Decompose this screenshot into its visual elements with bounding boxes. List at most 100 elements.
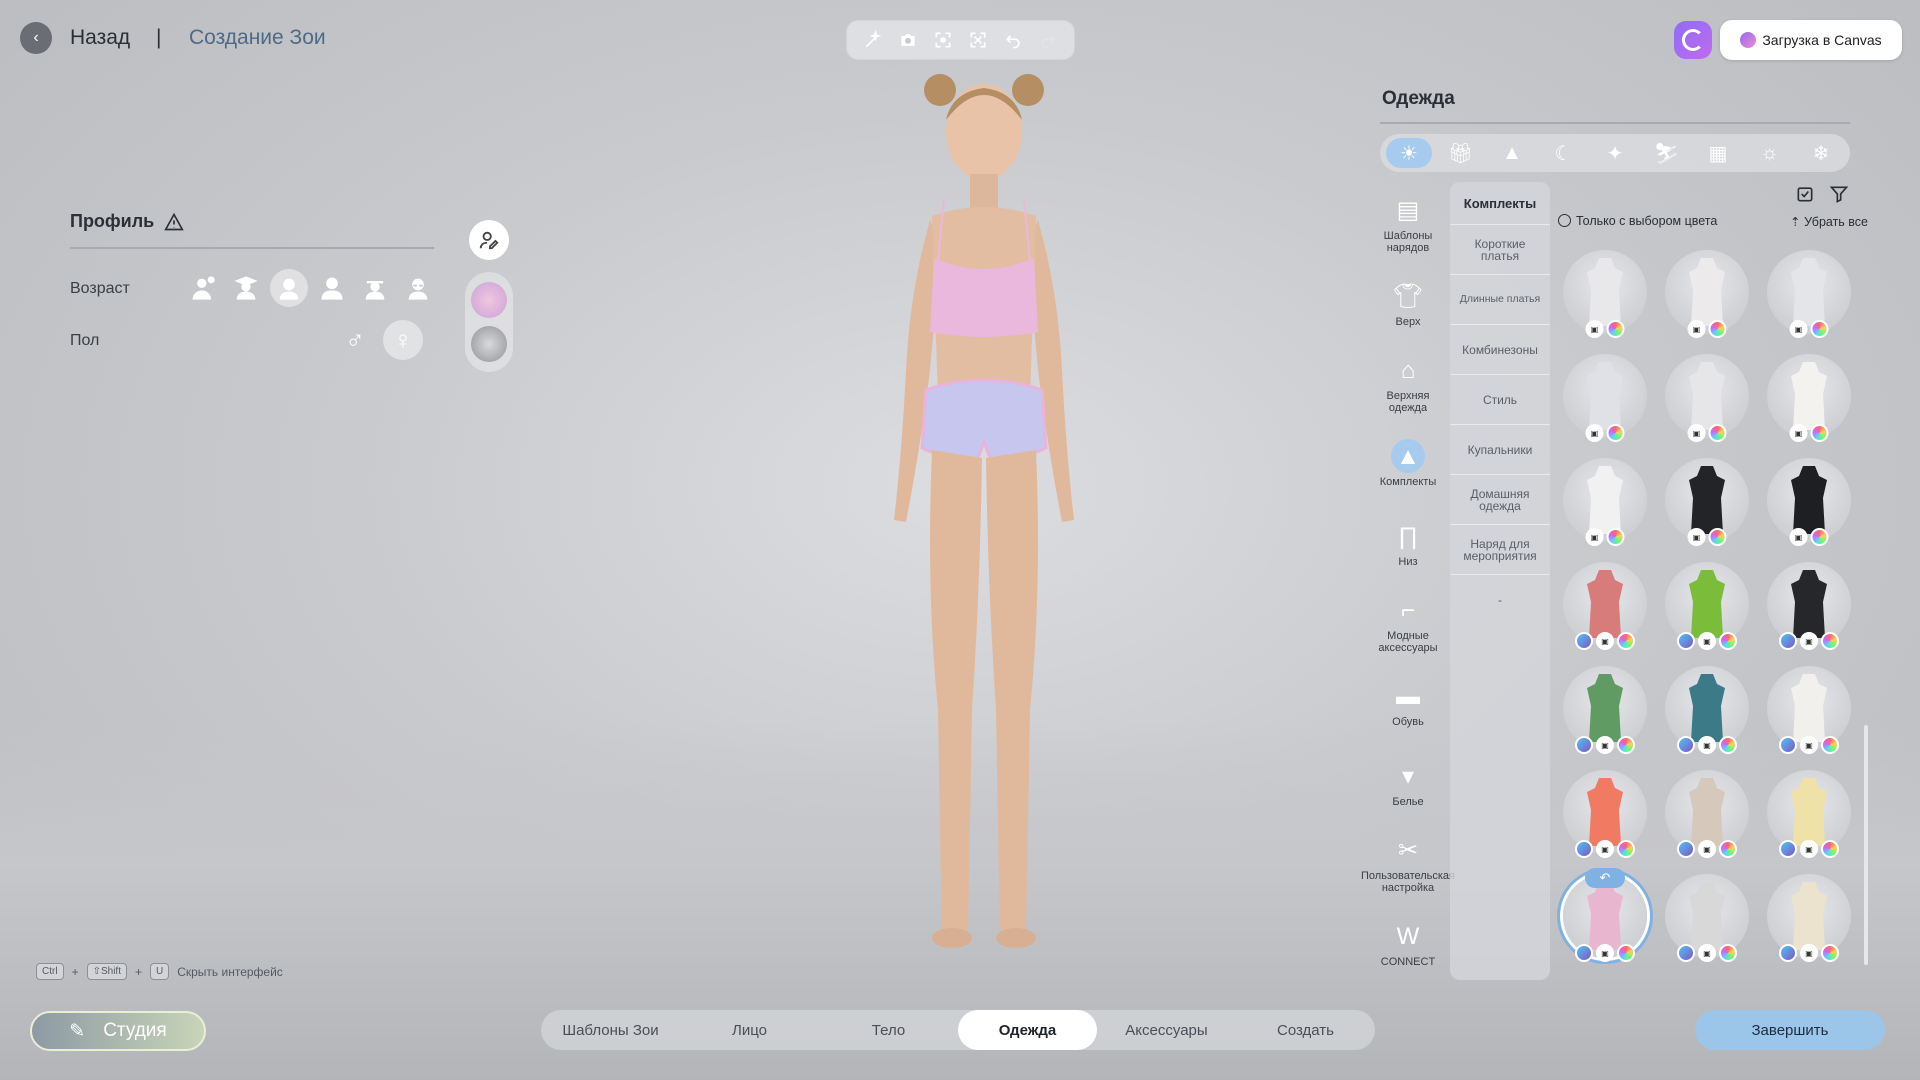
age-adult-icon[interactable] <box>313 269 351 307</box>
magic-wand-icon[interactable] <box>860 27 886 53</box>
color-picker-icon[interactable] <box>1821 632 1839 650</box>
category-outerwear[interactable]: ⌂ Верхняя одежда <box>1374 344 1442 424</box>
subcategory-swimsuits[interactable]: Купальники <box>1450 424 1550 474</box>
remove-all-button[interactable]: ⇡ Убрать все <box>1790 214 1868 229</box>
age-young-adult-icon[interactable] <box>270 269 308 307</box>
category-connect[interactable]: W CONNECT <box>1374 904 1442 984</box>
color-picker-icon[interactable] <box>1617 840 1635 858</box>
tab-accessories[interactable]: Аксессуары <box>1097 1010 1236 1050</box>
outfit-item[interactable]: ▣ <box>1767 354 1851 442</box>
category-underwear[interactable]: ▾ Белье <box>1374 744 1442 824</box>
office-icon[interactable]: ▦ <box>1695 138 1741 168</box>
party-icon[interactable]: ✦ <box>1592 138 1638 168</box>
undo-icon[interactable] <box>1000 27 1026 53</box>
color-picker-icon[interactable] <box>1708 528 1727 546</box>
tab-body[interactable]: Тело <box>819 1010 958 1050</box>
category-custom[interactable]: ✂ Пользовательская настройка <box>1361 824 1455 904</box>
studio-button[interactable]: ✎ Студия <box>30 1011 206 1051</box>
color-picker-icon[interactable] <box>1708 424 1727 442</box>
color-picker-icon[interactable] <box>1719 944 1737 962</box>
subcategory-short-dresses[interactable]: Короткие платья <box>1450 224 1550 274</box>
color-picker-icon[interactable] <box>1617 944 1635 962</box>
age-student-icon[interactable] <box>227 269 265 307</box>
color-picker-icon[interactable] <box>1821 840 1839 858</box>
category-outfit-templates[interactable]: ▤ Шаблоны нарядов <box>1374 184 1442 264</box>
back-button[interactable]: ‹ <box>20 22 52 54</box>
color-picker-icon[interactable] <box>1719 840 1737 858</box>
color-picker-icon[interactable] <box>1719 632 1737 650</box>
all-seasons-icon[interactable]: ☀ <box>1386 138 1432 168</box>
subcategory-jumpsuits[interactable]: Комбинезоны <box>1450 324 1550 374</box>
outfit-item[interactable]: ▣ <box>1665 250 1749 338</box>
age-elder-icon[interactable] <box>399 269 437 307</box>
warning-icon[interactable] <box>164 212 184 232</box>
color-picker-icon[interactable] <box>1810 528 1829 546</box>
upload-to-canvas-button[interactable]: Загрузка в Canvas <box>1720 20 1902 60</box>
snowflake-icon[interactable]: ❄ <box>1798 138 1844 168</box>
color-picker-icon[interactable] <box>1821 944 1839 962</box>
color-picker-icon[interactable] <box>1617 632 1635 650</box>
outfit-item[interactable]: ▣ <box>1563 458 1647 546</box>
applied-outfit-thumb[interactable] <box>471 282 507 318</box>
outfit-item[interactable]: ▣ <box>1767 250 1851 338</box>
color-picker-icon[interactable] <box>1617 736 1635 754</box>
color-picker-icon[interactable] <box>1606 424 1625 442</box>
filter-icon[interactable] <box>1829 184 1849 204</box>
category-accessories[interactable]: ⌐ Модные аксессуары <box>1374 584 1442 664</box>
male-icon[interactable]: ♂ <box>338 323 372 357</box>
color-picker-icon[interactable] <box>1606 528 1625 546</box>
character-model[interactable] <box>840 70 1130 1000</box>
color-picker-icon[interactable] <box>1821 736 1839 754</box>
color-picker-icon[interactable] <box>1810 320 1829 338</box>
outfit-item[interactable]: ↶ ▣ <box>1563 868 1647 962</box>
color-picker-icon[interactable] <box>1719 736 1737 754</box>
category-shoes[interactable]: ▬ Обувь <box>1374 664 1442 744</box>
revert-icon[interactable]: ↶ <box>1585 868 1625 888</box>
outfit-item[interactable]: ▣ <box>1665 770 1749 858</box>
subcategory-homewear[interactable]: Домашняя одежда <box>1450 474 1550 524</box>
graduation-cap-icon[interactable]: ▲ <box>1489 138 1535 168</box>
outfit-item[interactable]: ▣ <box>1665 562 1749 650</box>
tab-create[interactable]: Создать <box>1236 1010 1375 1050</box>
outfit-item[interactable]: ▣ <box>1767 874 1851 962</box>
outfit-item[interactable]: ▣ <box>1665 354 1749 442</box>
subcategory-placeholder[interactable]: - <box>1450 574 1550 624</box>
color-filter-option[interactable]: Только с выбором цвета <box>1558 214 1717 229</box>
camera-icon[interactable] <box>895 27 921 53</box>
applied-accessory-thumb[interactable] <box>471 326 507 362</box>
outfit-item[interactable]: ▣ <box>1563 250 1647 338</box>
subcategory-long-dresses[interactable]: Длинные платья <box>1450 274 1550 324</box>
redo-icon[interactable] <box>1035 27 1061 53</box>
outfit-item[interactable]: ▣ <box>1665 666 1749 754</box>
tab-zoi-templates[interactable]: Шаблоны Зои <box>541 1010 680 1050</box>
female-icon[interactable]: ♀ <box>383 320 423 360</box>
outfit-item[interactable]: ▣ <box>1563 666 1647 754</box>
sun-icon[interactable]: ☼ <box>1747 138 1793 168</box>
subcategory-style[interactable]: Стиль <box>1450 374 1550 424</box>
outfit-scrollbar[interactable] <box>1864 725 1868 965</box>
age-child-icon[interactable] <box>184 269 222 307</box>
gift-icon[interactable]: 🎁︎ <box>1438 138 1484 168</box>
outfit-item[interactable]: ▣ <box>1767 666 1851 754</box>
outfit-item[interactable]: ▣ <box>1767 770 1851 858</box>
tab-clothing[interactable]: Одежда <box>958 1010 1097 1050</box>
finish-button[interactable]: Завершить <box>1695 1010 1885 1050</box>
outfit-item[interactable]: ▣ <box>1767 562 1851 650</box>
select-checkbox-icon[interactable] <box>1795 184 1815 204</box>
subcategory-event-outfit[interactable]: Наряд для мероприятия <box>1450 524 1550 574</box>
outfit-item[interactable]: ▣ <box>1563 354 1647 442</box>
frame-icon[interactable] <box>930 27 956 53</box>
back-label[interactable]: Назад <box>70 26 130 50</box>
outfit-item[interactable]: ▣ <box>1665 458 1749 546</box>
category-sets[interactable]: ▲ Комплекты <box>1374 424 1442 504</box>
outfit-item[interactable]: ▣ <box>1563 770 1647 858</box>
color-picker-icon[interactable] <box>1708 320 1727 338</box>
category-tops[interactable]: 👕︎ Верх <box>1374 264 1442 344</box>
age-middle-aged-icon[interactable] <box>356 269 394 307</box>
canvas-logo-icon[interactable] <box>1674 21 1712 59</box>
outfit-item[interactable]: ▣ <box>1767 458 1851 546</box>
moon-icon[interactable]: ☾ <box>1541 138 1587 168</box>
profile-edit-icon[interactable] <box>469 220 509 260</box>
tab-face[interactable]: Лицо <box>680 1010 819 1050</box>
focus-icon[interactable] <box>965 27 991 53</box>
